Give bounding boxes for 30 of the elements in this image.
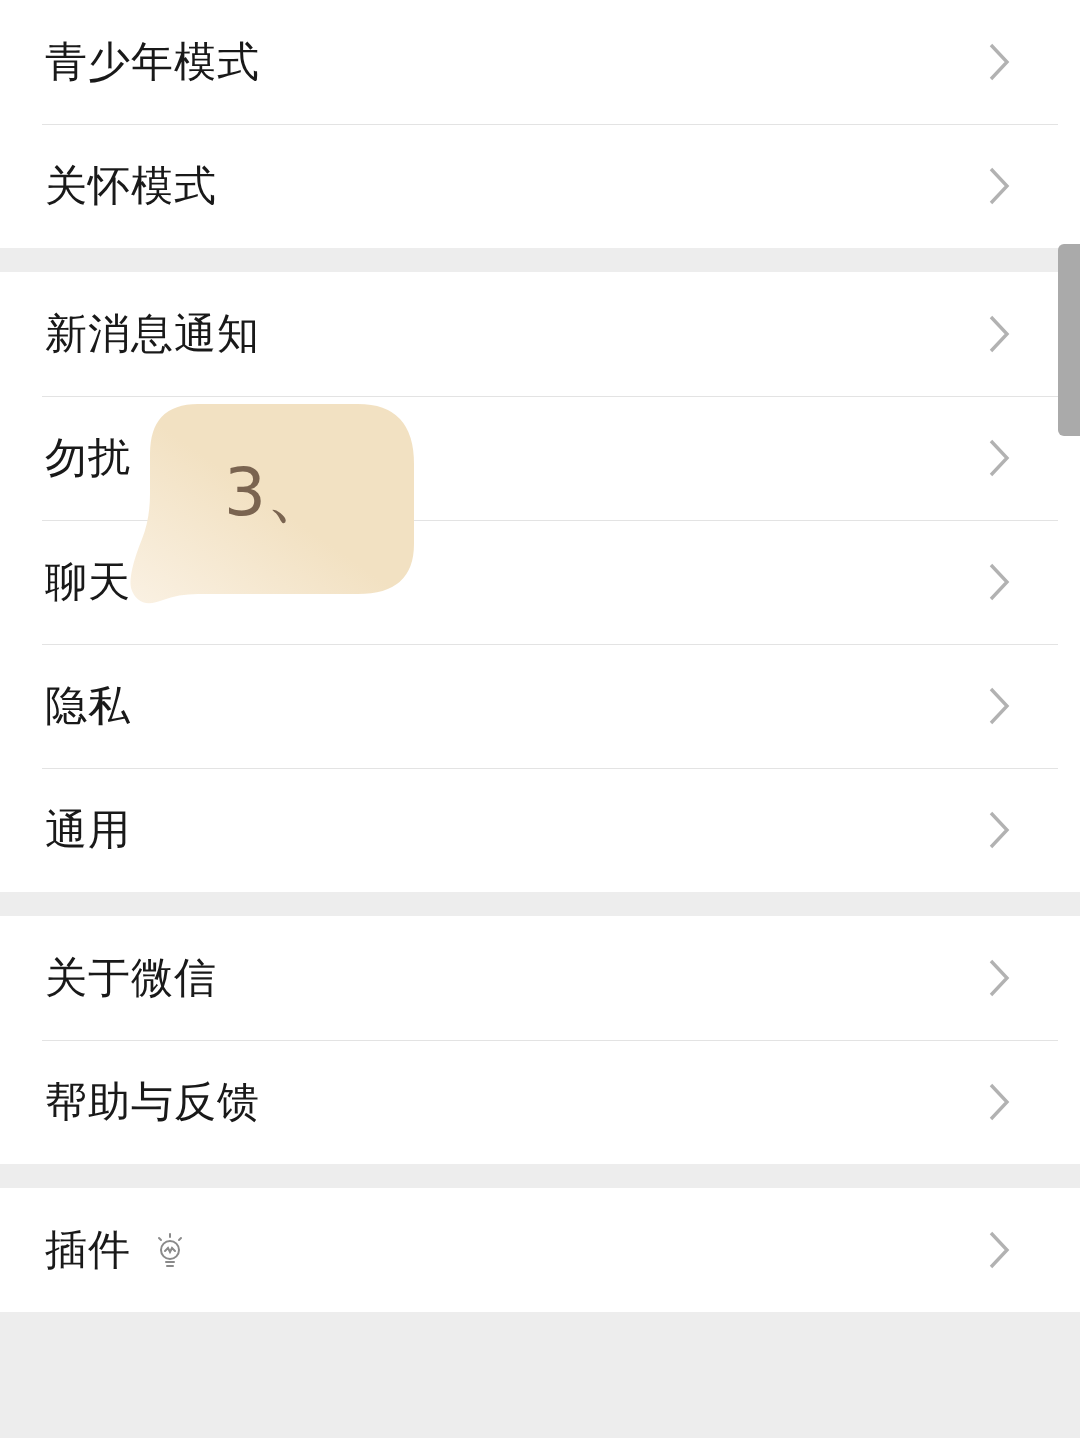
chevron-right-icon xyxy=(988,167,1010,205)
chevron-right-icon xyxy=(988,315,1010,353)
item-label: 隐私 xyxy=(45,680,131,732)
settings-item[interactable]: 新消息通知 xyxy=(0,272,1058,396)
scrollbar[interactable] xyxy=(1058,244,1080,436)
settings-item[interactable]: 隐私 xyxy=(0,644,1058,768)
settings-item[interactable]: 关怀模式 xyxy=(0,124,1058,248)
bubble-text: 3、 xyxy=(224,460,332,526)
item-label: 青少年模式 xyxy=(45,36,260,88)
chevron-right-icon xyxy=(988,959,1010,997)
item-label: 帮助与反馈 xyxy=(45,1076,260,1128)
settings-item[interactable]: 帮助与反馈 xyxy=(0,1040,1058,1164)
item-label: 关怀模式 xyxy=(45,160,217,212)
chevron-right-icon xyxy=(988,811,1010,849)
settings-item[interactable]: 通用 xyxy=(0,768,1058,892)
chevron-right-icon xyxy=(988,1083,1010,1121)
lightbulb-icon xyxy=(155,1233,185,1267)
item-label: 勿扰 xyxy=(45,432,131,484)
settings-item[interactable]: 青少年模式 xyxy=(0,0,1058,124)
chevron-right-icon xyxy=(988,43,1010,81)
chevron-right-icon xyxy=(988,563,1010,601)
settings-item[interactable]: 关于微信 xyxy=(0,916,1058,1040)
chevron-right-icon xyxy=(988,439,1010,477)
item-label: 通用 xyxy=(45,804,131,856)
item-label: 新消息通知 xyxy=(45,308,260,360)
item-label: 关于微信 xyxy=(45,952,217,1004)
item-label: 插件 xyxy=(45,1224,131,1276)
chevron-right-icon xyxy=(988,687,1010,725)
chevron-right-icon xyxy=(988,1231,1010,1269)
item-label: 聊天 xyxy=(45,556,131,608)
